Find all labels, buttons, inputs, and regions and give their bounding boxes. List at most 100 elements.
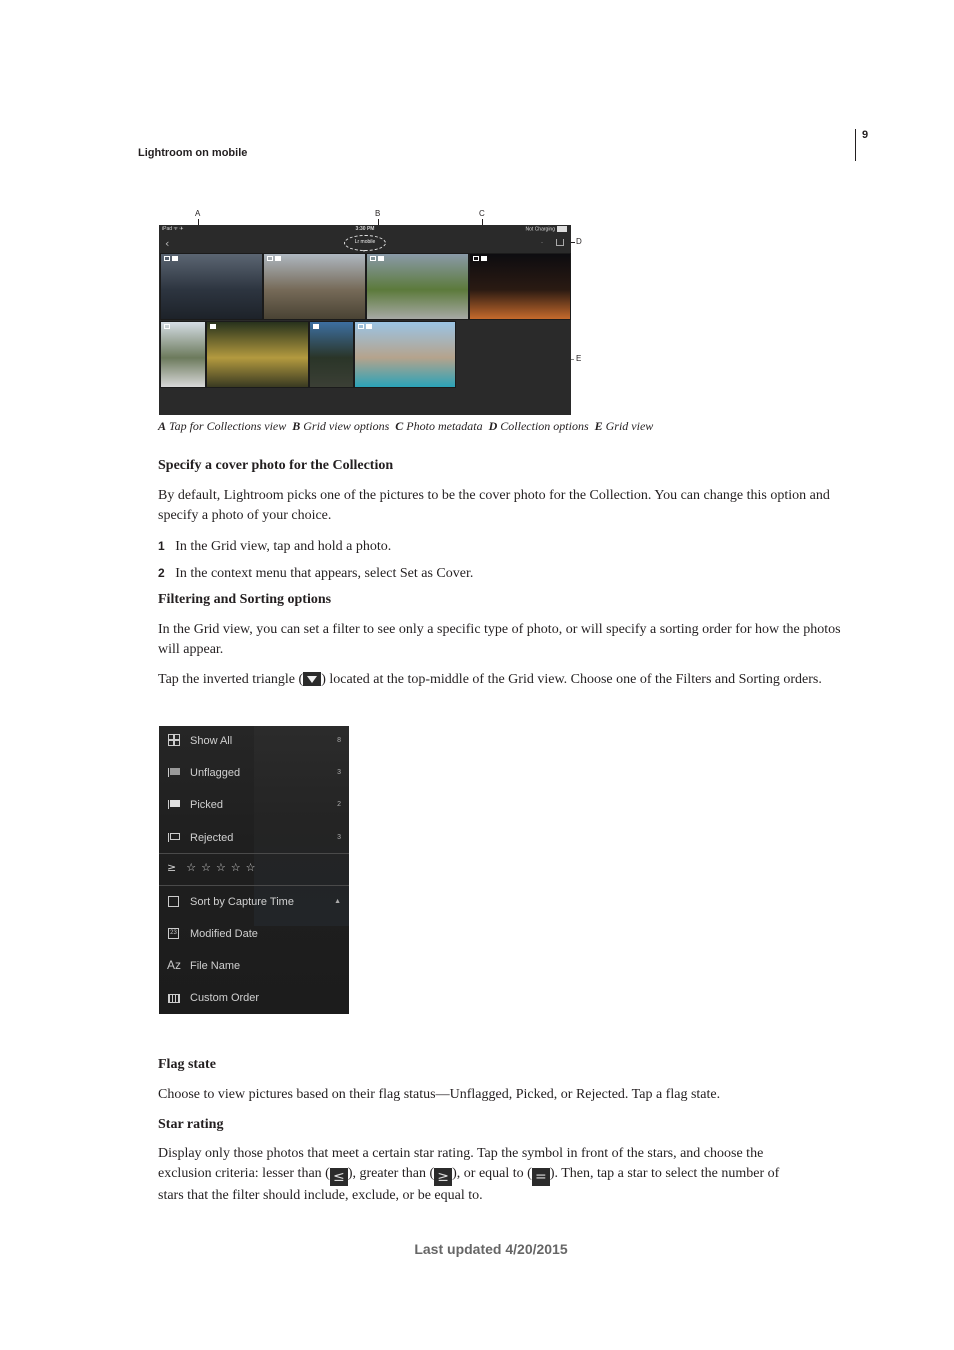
paragraph-cover-photo: By default, Lightroom picks one of the p… <box>158 488 830 523</box>
edit-badge-icon <box>164 324 170 329</box>
unflagged-icon <box>168 768 181 777</box>
ipad-status-bar: iPad ᯤ ✈ 3:30 PM Not Charging <box>159 225 571 234</box>
heading-star-rating: Star rating <box>158 1117 224 1132</box>
collection-title: Lr mobile <box>354 239 376 245</box>
menu-item-show-all[interactable]: Show All 8 <box>159 726 349 758</box>
inverted-triangle-icon <box>303 672 322 686</box>
less-than-equal-icon: ≤ <box>329 1168 348 1186</box>
collection-title-button[interactable]: Lr mobile ▾ <box>345 237 385 253</box>
photo-thumbnail[interactable] <box>366 253 469 320</box>
heading-filtering-sorting: Filtering and Sorting options <box>158 592 332 607</box>
edit-badge-icon <box>378 256 384 261</box>
star-rating-filter: ≥ ☆☆☆☆☆ <box>167 861 261 874</box>
photo-thumbnail[interactable] <box>309 321 354 388</box>
text-fragment: ), greater than ( <box>347 1166 435 1181</box>
calendar-icon: 23 <box>168 928 179 939</box>
equal-icon: = <box>531 1168 550 1186</box>
figure-caption: A Tap for Collections view B Grid view o… <box>158 419 653 434</box>
caption-text: Photo metadata <box>406 419 483 433</box>
menu-item-label: File Name <box>190 960 241 972</box>
charging-text: Not Charging <box>525 226 555 233</box>
menu-item-custom-order[interactable]: Custom Order <box>159 983 349 1014</box>
callout-e: E <box>576 354 582 363</box>
step-text: In the Grid view, tap and hold a photo. <box>175 539 392 554</box>
caption-text: Grid view <box>605 419 654 433</box>
caption-letter: E <box>594 419 603 433</box>
step-text: In the context menu that appears, select… <box>175 566 474 581</box>
photo-thumbnail[interactable] <box>206 321 309 388</box>
picked-flag-icon <box>168 800 181 809</box>
photo-thumbnail[interactable] <box>160 321 206 388</box>
header-divider <box>855 129 856 161</box>
menu-item-label: Picked <box>190 799 224 811</box>
text-fragment: Display only those photos that meet a ce… <box>158 1146 764 1161</box>
paragraph-inverted-triangle: Tap the inverted triangle () located at … <box>158 670 858 690</box>
menu-item-label: Rejected <box>190 832 234 844</box>
step-2: 2 In the context menu that appears, sele… <box>158 563 858 584</box>
menu-item-label: Modified Date <box>190 928 258 940</box>
photo-thumbnail[interactable] <box>354 321 456 388</box>
heading-cover-photo: Specify a cover photo for the Collection <box>158 458 394 473</box>
edit-badge-icon <box>366 324 372 329</box>
rating-comparison-toggle[interactable]: ≥ <box>167 861 176 874</box>
custom-order-icon <box>168 994 180 1003</box>
metadata-badge-icon <box>370 256 376 261</box>
menu-item-rejected[interactable]: Rejected 3 <box>159 823 349 855</box>
step-number: 2 <box>158 566 165 580</box>
edit-badge-icon <box>275 256 281 261</box>
menu-item-picked[interactable]: Picked 2 <box>159 790 349 822</box>
caption-text: Grid view options <box>303 419 390 433</box>
caption-letter: B <box>292 419 301 433</box>
photo-thumbnail[interactable] <box>160 253 263 320</box>
star-rating-stars[interactable]: ☆☆☆☆☆ <box>186 861 260 874</box>
menu-item-count: 3 <box>337 834 341 841</box>
footer-last-updated: Last updated 4/20/2015 <box>414 1241 568 1257</box>
menu-item-file-name[interactable]: Az File Name <box>159 951 349 983</box>
grid-icon <box>168 734 180 746</box>
metadata-badge-icon <box>267 256 273 261</box>
battery-icon <box>557 226 567 232</box>
metadata-badge-icon <box>164 256 170 261</box>
menu-item-count: 8 <box>337 737 341 744</box>
clock-icon <box>168 896 179 907</box>
photo-thumbnail[interactable] <box>263 253 366 320</box>
photo-thumbnail[interactable] <box>469 253 571 320</box>
menu-item-label: Custom Order <box>190 992 260 1004</box>
callout-c: C <box>479 209 485 218</box>
menu-item-unflagged[interactable]: Unflagged 3 <box>159 758 349 790</box>
menu-item-modified-date[interactable]: 23 Modified Date <box>159 919 349 951</box>
az-icon: Az <box>167 958 182 972</box>
paragraph-filtering: In the Grid view, you can set a filter t… <box>158 622 841 657</box>
text-fragment: Tap the inverted triangle ( <box>158 672 304 687</box>
caption-text: Tap for Collections view <box>169 419 287 433</box>
metadata-badge-icon <box>358 324 364 329</box>
rejected-flag-icon <box>168 833 181 842</box>
caption-letter: D <box>488 419 498 433</box>
edit-badge-icon <box>481 256 487 261</box>
menu-item-label: Unflagged <box>190 767 241 779</box>
callout-b: B <box>375 209 381 218</box>
share-icon[interactable] <box>556 239 564 246</box>
step-1: 1 In the Grid view, tap and hold a photo… <box>158 536 858 557</box>
running-header-title: Lightroom on mobile <box>138 147 248 159</box>
text-fragment: stars that the filter should include, ex… <box>158 1188 483 1203</box>
heading-flag-state: Flag state <box>158 1057 216 1072</box>
callout-d: D <box>576 237 582 246</box>
lightroom-grid-screenshot: iPad ᯤ ✈ 3:30 PM Not Charging ‹ Lr mobil… <box>159 225 571 415</box>
page-number: 9 <box>862 129 869 141</box>
sort-direction-icon[interactable]: ▲ <box>334 898 341 905</box>
charging-status: Not Charging <box>526 226 567 232</box>
caption-letter: C <box>395 419 404 433</box>
text-fragment: ), or equal to ( <box>452 1166 532 1181</box>
text-fragment: exclusion criteria: lesser than ( <box>158 1166 330 1181</box>
nav-dot: - <box>541 240 543 246</box>
back-chevron-icon[interactable]: ‹ <box>165 237 169 250</box>
menu-item-sort-capture-time[interactable]: Sort by Capture Time ▲ <box>159 887 349 919</box>
menu-item-count: 2 <box>337 801 341 808</box>
filter-sort-menu-screenshot: Show All 8 Unflagged 3 Picked 2 Rejected… <box>159 726 349 1014</box>
paragraph-flag-state: Choose to view pictures based on their f… <box>158 1087 721 1102</box>
caption-letter: A <box>158 419 167 433</box>
metadata-badge-icon <box>473 256 479 261</box>
edit-badge-icon <box>313 324 319 329</box>
paragraph-star-rating: Display only those photos that meet a ce… <box>158 1144 878 1206</box>
